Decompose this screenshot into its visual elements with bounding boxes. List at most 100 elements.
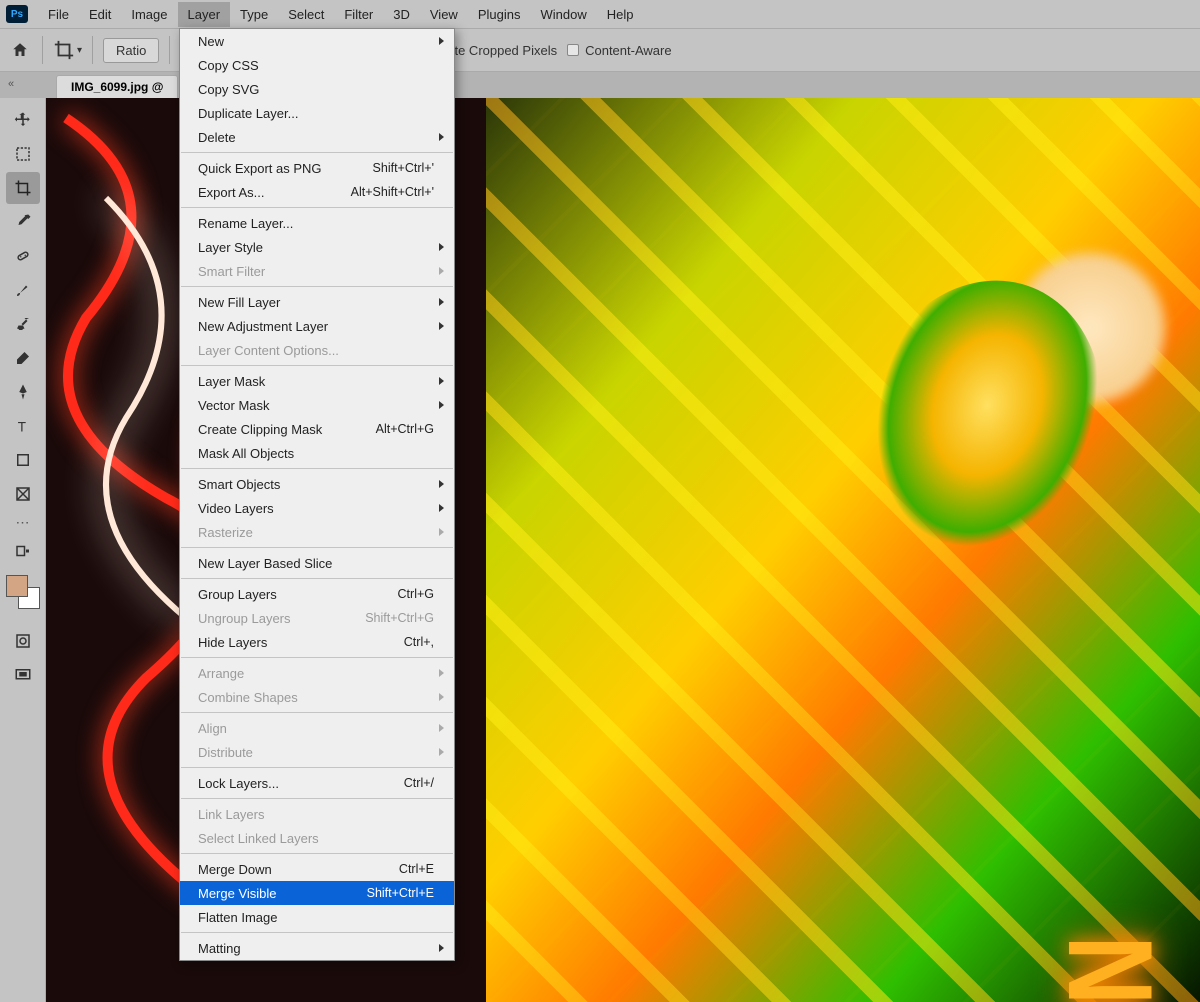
layer-menu-dropdown: NewCopy CSSCopy SVGDuplicate Layer... Del… bbox=[179, 28, 455, 961]
menuitem-matting[interactable]: Matting bbox=[180, 936, 454, 960]
ratio-dropdown[interactable]: Ratio bbox=[103, 38, 159, 63]
pen-tool[interactable] bbox=[6, 376, 40, 408]
menuitem-merge-down[interactable]: Merge DownCtrl+E bbox=[180, 857, 454, 881]
submenu-arrow-icon bbox=[439, 669, 444, 677]
home-button[interactable] bbox=[8, 38, 32, 62]
menuitem-layer-mask[interactable]: Layer Mask bbox=[180, 369, 454, 393]
menu-view[interactable]: View bbox=[420, 2, 468, 27]
menu-edit[interactable]: Edit bbox=[79, 2, 121, 27]
menuitem-copy-svg[interactable]: Copy SVG bbox=[180, 77, 454, 101]
menuitem-label: Link Layers bbox=[198, 807, 264, 822]
menuitem-quick-export-as-png[interactable]: Quick Export as PNGShift+Ctrl+' bbox=[180, 156, 454, 180]
menu-layer[interactable]: Layer bbox=[178, 2, 231, 27]
quickmask-icon[interactable] bbox=[6, 625, 40, 657]
menuitem-label: Create Clipping Mask bbox=[198, 422, 322, 437]
menuitem-label: Layer Style bbox=[198, 240, 263, 255]
menuitem-label: Align bbox=[198, 721, 227, 736]
menuitem-label: Flatten Image bbox=[198, 910, 278, 925]
menu-filter[interactable]: Filter bbox=[334, 2, 383, 27]
eyedropper-tool[interactable] bbox=[6, 206, 40, 238]
menuitem-merge-visible[interactable]: Merge Visible Shift+Ctrl+E bbox=[180, 881, 454, 905]
menuitem-layer-content-options: Layer Content Options... bbox=[180, 338, 454, 362]
menuitem-new-layer-based-slice[interactable]: New Layer Based Slice bbox=[180, 551, 454, 575]
menuitem-label: Merge Visible bbox=[198, 886, 277, 901]
menuitem-label: Layer Mask bbox=[198, 374, 265, 389]
app-logo: Ps bbox=[6, 5, 28, 23]
edit-toolbar-icon[interactable] bbox=[6, 535, 40, 567]
submenu-arrow-icon bbox=[439, 37, 444, 45]
menuitem-duplicate-layer[interactable]: Duplicate Layer... bbox=[180, 101, 454, 125]
menuitem-group-layers[interactable]: Group LayersCtrl+G bbox=[180, 582, 454, 606]
menuitem-video-layers[interactable]: Video Layers bbox=[180, 496, 454, 520]
clone-tool[interactable] bbox=[6, 308, 40, 340]
menuitem-rename-layer[interactable]: Rename Layer... bbox=[180, 211, 454, 235]
menuitem-new-adjustment-layer[interactable]: New Adjustment Layer bbox=[180, 314, 454, 338]
healing-tool[interactable] bbox=[6, 240, 40, 272]
menuitem-vector-mask[interactable]: Vector Mask bbox=[180, 393, 454, 417]
eraser-tool[interactable] bbox=[6, 342, 40, 374]
submenu-arrow-icon bbox=[439, 693, 444, 701]
menu-plugins[interactable]: Plugins bbox=[468, 2, 531, 27]
separator bbox=[92, 36, 93, 64]
menuitem-label: Vector Mask bbox=[198, 398, 270, 413]
menuitem-label: Rename Layer... bbox=[198, 216, 293, 231]
menuitem-create-clipping-mask[interactable]: Create Clipping Mask Alt+Ctrl+G bbox=[180, 417, 454, 441]
separator bbox=[42, 36, 43, 64]
toolbox: T ⋯ bbox=[0, 98, 46, 1002]
menu-3d[interactable]: 3D bbox=[383, 2, 420, 27]
menuitem-shortcut: Ctrl+, bbox=[404, 635, 434, 649]
menuitem-ungroup-layers: Ungroup LayersShift+Ctrl+G bbox=[180, 606, 454, 630]
tool-overflow[interactable]: ⋯ bbox=[16, 514, 30, 531]
document-tab[interactable]: IMG_6099.jpg @ bbox=[56, 75, 178, 98]
menu-separator bbox=[181, 207, 453, 208]
menuitem-label: New Adjustment Layer bbox=[198, 319, 328, 334]
menuitem-export-as[interactable]: Export As...Alt+Shift+Ctrl+' bbox=[180, 180, 454, 204]
menuitem-label: Delete bbox=[198, 130, 236, 145]
brush-tool[interactable] bbox=[6, 274, 40, 306]
menuitem-lock-layers[interactable]: Lock Layers...Ctrl+/ bbox=[180, 771, 454, 795]
menuitem-copy-css[interactable]: Copy CSS bbox=[180, 53, 454, 77]
menuitem-distribute: Distribute bbox=[180, 740, 454, 764]
menu-window[interactable]: Window bbox=[530, 2, 596, 27]
panel-collapse-icon[interactable]: « bbox=[8, 78, 14, 90]
screenmode-icon[interactable] bbox=[6, 659, 40, 691]
menuitem-new[interactable]: New bbox=[180, 29, 454, 53]
submenu-arrow-icon bbox=[439, 528, 444, 536]
menuitem-label: Hide Layers bbox=[198, 635, 267, 650]
menuitem-label: Rasterize bbox=[198, 525, 253, 540]
menu-separator bbox=[181, 286, 453, 287]
move-tool[interactable] bbox=[6, 104, 40, 136]
photo-subject: NEON bbox=[486, 98, 1200, 1002]
menu-select[interactable]: Select bbox=[278, 2, 334, 27]
menuitem-smart-objects[interactable]: Smart Objects bbox=[180, 472, 454, 496]
menuitem-hide-layers[interactable]: Hide Layers Ctrl+, bbox=[180, 630, 454, 654]
crop-tool-indicator[interactable]: ▾ bbox=[53, 39, 82, 61]
menuitem-layer-style[interactable]: Layer Style bbox=[180, 235, 454, 259]
menuitem-smart-filter: Smart Filter bbox=[180, 259, 454, 283]
submenu-arrow-icon bbox=[439, 504, 444, 512]
color-swatch[interactable] bbox=[6, 575, 40, 609]
submenu-arrow-icon bbox=[439, 322, 444, 330]
type-tool[interactable]: T bbox=[6, 410, 40, 442]
menuitem-flatten-image[interactable]: Flatten Image bbox=[180, 905, 454, 929]
menu-image[interactable]: Image bbox=[121, 2, 177, 27]
content-aware-checkbox[interactable]: Content-Aware bbox=[567, 43, 671, 58]
frame-tool[interactable] bbox=[6, 478, 40, 510]
menuitem-arrange: Arrange bbox=[180, 661, 454, 685]
menuitem-label: Ungroup Layers bbox=[198, 611, 291, 626]
shape-tool[interactable] bbox=[6, 444, 40, 476]
menu-file[interactable]: File bbox=[38, 2, 79, 27]
menu-help[interactable]: Help bbox=[597, 2, 644, 27]
menu-separator bbox=[181, 468, 453, 469]
submenu-arrow-icon bbox=[439, 401, 444, 409]
menuitem-new-fill-layer[interactable]: New Fill Layer bbox=[180, 290, 454, 314]
menuitem-label: Layer Content Options... bbox=[198, 343, 339, 358]
menuitem-delete[interactable]: Delete bbox=[180, 125, 454, 149]
menuitem-shortcut: Alt+Ctrl+G bbox=[376, 422, 434, 436]
menuitem-mask-all-objects[interactable]: Mask All Objects bbox=[180, 441, 454, 465]
menuitem-shortcut: Shift+Ctrl+E bbox=[367, 886, 434, 900]
menu-type[interactable]: Type bbox=[230, 2, 278, 27]
crop-tool[interactable] bbox=[6, 172, 40, 204]
marquee-tool[interactable] bbox=[6, 138, 40, 170]
menuitem-link-layers: Link Layers bbox=[180, 802, 454, 826]
